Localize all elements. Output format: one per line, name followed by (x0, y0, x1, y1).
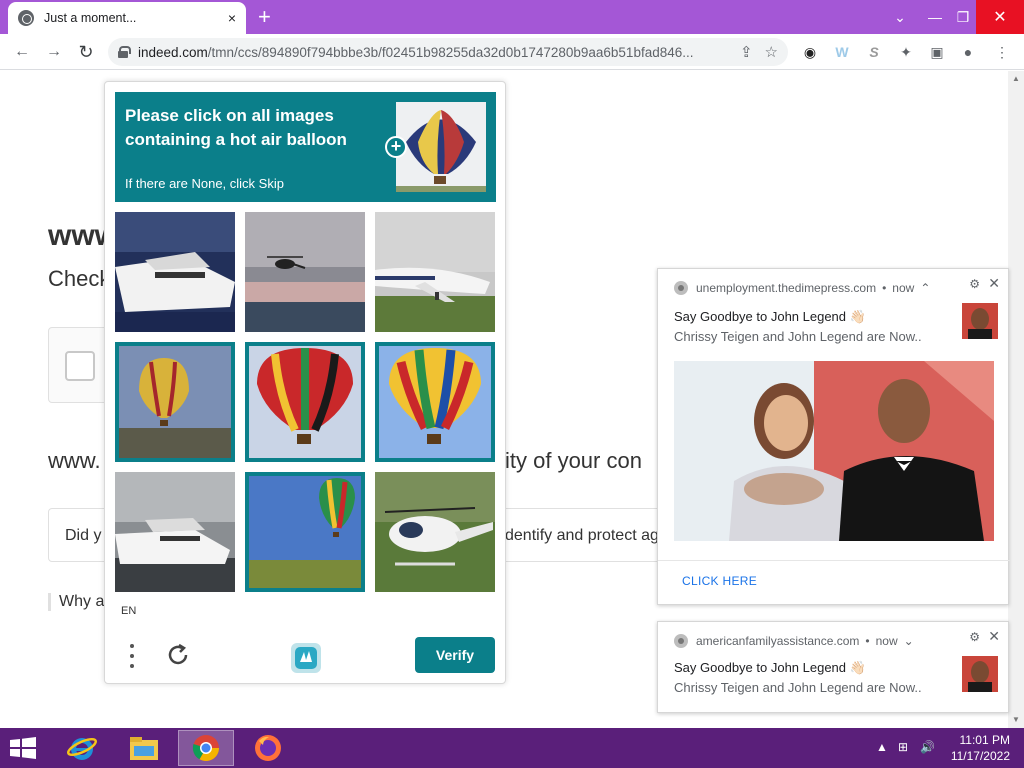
notification-settings-icon[interactable]: ⚙ (969, 630, 980, 644)
page-line-left: www. (48, 448, 101, 473)
clock-time: 11:01 PM (959, 733, 1010, 747)
info-card-right-text: dentify and protect ag (505, 527, 659, 544)
captcha-tile-hot-air-balloon[interactable] (245, 342, 365, 462)
notification-close-icon[interactable]: ✕ (988, 628, 1000, 645)
notification-divider (658, 560, 1010, 561)
chrome-icon (674, 634, 688, 648)
forward-button[interactable]: → (42, 40, 66, 64)
back-button[interactable]: ← (10, 40, 34, 64)
collapse-chevron-icon[interactable]: ⌃ (920, 281, 930, 295)
captcha-prompt-text: Please click on all images containing a … (125, 106, 347, 149)
notification-thumbnail (962, 656, 998, 692)
captcha-tile-hot-air-balloon[interactable] (115, 342, 235, 462)
scroll-down-arrow-icon[interactable]: ▼ (1008, 712, 1024, 728)
taskbar-clock[interactable]: 11:01 PM 11/17/2022 (944, 732, 1010, 764)
push-notification[interactable]: unemployment.thedimepress.com • now ⌃ ⚙ … (657, 268, 1010, 605)
notification-close-icon[interactable]: ✕ (988, 275, 1000, 292)
notification-body: Chrissy Teigen and John Legend are Now.. (674, 680, 922, 695)
expand-chevron-icon[interactable]: ⌄ (904, 634, 914, 648)
notification-title: Say Goodbye to John Legend 👋🏻 (674, 309, 866, 324)
notification-time: now (875, 634, 898, 648)
verify-button[interactable]: Verify (415, 637, 495, 673)
profile-icon[interactable]: ● (958, 42, 978, 62)
captcha-tile-hot-air-balloon[interactable] (245, 472, 365, 592)
browser-titlebar: Just a moment... × + ⌄ — ❐ ✕ (0, 0, 1024, 34)
captcha-tile-yacht[interactable] (115, 472, 235, 592)
info-card-left-text: Did y (65, 527, 102, 544)
tray-overflow-icon[interactable]: ▲ (876, 740, 888, 754)
notification-title: Say Goodbye to John Legend 👋🏻 (674, 660, 866, 675)
example-balloon-image (396, 102, 486, 192)
notification-thumbnail (962, 303, 998, 339)
browser-menu-icon[interactable]: ⋮ (992, 42, 1012, 62)
tab-title: Just a moment... (44, 11, 137, 25)
scroll-up-arrow-icon[interactable]: ▲ (1008, 71, 1024, 87)
notification-header: unemployment.thedimepress.com • now ⌃ (674, 281, 930, 295)
chrome-taskbar-icon[interactable] (178, 730, 234, 766)
notification-header: americanfamilyassistance.com • now ⌄ (674, 634, 914, 648)
captcha-prompt-subtext: If there are None, click Skip (125, 176, 284, 191)
notification-hero-image (674, 361, 994, 541)
expand-plus-icon[interactable]: + (385, 136, 407, 158)
clock-date: 11/17/2022 (950, 749, 1010, 763)
notification-body: Chrissy Teigen and John Legend are Now.. (674, 329, 922, 344)
notification-action-button[interactable]: CLICK HERE (682, 574, 757, 588)
side-panel-icon[interactable]: ▣ (927, 42, 947, 62)
page-line-right: ity of your con (505, 448, 642, 473)
address-bar[interactable]: indeed.com/tmn/ccs/894890f794bbbe3b/f024… (108, 38, 788, 66)
page-scrollbar[interactable]: ▲ ▼ (1008, 71, 1024, 728)
chrome-icon (674, 281, 688, 295)
captcha-tile-yacht[interactable] (115, 212, 235, 332)
notification-source: unemployment.thedimepress.com (696, 281, 877, 295)
extension-icon[interactable]: ◉ (800, 42, 820, 62)
browser-toolbar: ← → ↻ indeed.com/tmn/ccs/894890f794bbbe3… (0, 34, 1024, 70)
volume-icon[interactable]: 🔊 (920, 740, 935, 754)
browser-tab[interactable]: Just a moment... × (8, 2, 246, 34)
notification-settings-icon[interactable]: ⚙ (969, 277, 980, 291)
push-notification[interactable]: americanfamilyassistance.com • now ⌄ ⚙ ✕… (657, 621, 1009, 713)
reload-button[interactable]: ↻ (74, 40, 98, 64)
captcha-menu-icon[interactable] (125, 642, 139, 670)
captcha-tile-helicopter[interactable] (375, 472, 495, 592)
refresh-challenge-icon[interactable] (165, 642, 191, 668)
firefox-icon[interactable] (240, 730, 296, 766)
windows-taskbar: ▲ ⊞ 🔊 11:01 PM 11/17/2022 (0, 728, 1024, 768)
page-subheading: Check (48, 266, 111, 291)
tab-close-icon[interactable]: × (228, 10, 236, 26)
minimize-button[interactable]: — (920, 0, 950, 34)
hcaptcha-logo-icon (290, 642, 322, 674)
url-text[interactable]: indeed.com/tmn/ccs/894890f794bbbe3b/f024… (138, 45, 728, 60)
close-window-button[interactable]: ✕ (976, 0, 1024, 34)
why-text: Why a (48, 593, 104, 611)
extensions-puzzle-icon[interactable]: ✦ (896, 42, 916, 62)
bookmark-star-icon[interactable]: ☆ (765, 43, 778, 61)
captcha-dialog: Please click on all images containing a … (104, 81, 506, 684)
restore-button[interactable]: ❐ (950, 0, 976, 34)
notification-time: now (892, 281, 915, 295)
internet-explorer-icon[interactable] (54, 730, 110, 766)
language-selector[interactable]: EN (121, 605, 136, 617)
challenge-checkbox[interactable] (65, 351, 95, 381)
globe-icon (18, 10, 34, 26)
captcha-tile-hot-air-balloon[interactable] (375, 342, 495, 462)
file-explorer-icon[interactable] (116, 730, 172, 766)
windows-start-icon[interactable] (8, 736, 38, 760)
wordtune-extension-icon[interactable]: W (832, 42, 852, 62)
captcha-tile-airplane[interactable] (375, 212, 495, 332)
notification-source: americanfamilyassistance.com (696, 634, 860, 648)
tab-search-icon[interactable]: ⌄ (884, 0, 916, 34)
network-icon[interactable]: ⊞ (898, 740, 908, 754)
new-tab-button[interactable]: + (258, 4, 271, 30)
s-extension-icon[interactable]: S (864, 42, 884, 62)
lock-icon[interactable] (118, 46, 131, 58)
captcha-tile-helicopter[interactable] (245, 212, 365, 332)
captcha-prompt: Please click on all images containing a … (115, 92, 496, 202)
share-icon[interactable]: ⇪ (740, 43, 753, 61)
